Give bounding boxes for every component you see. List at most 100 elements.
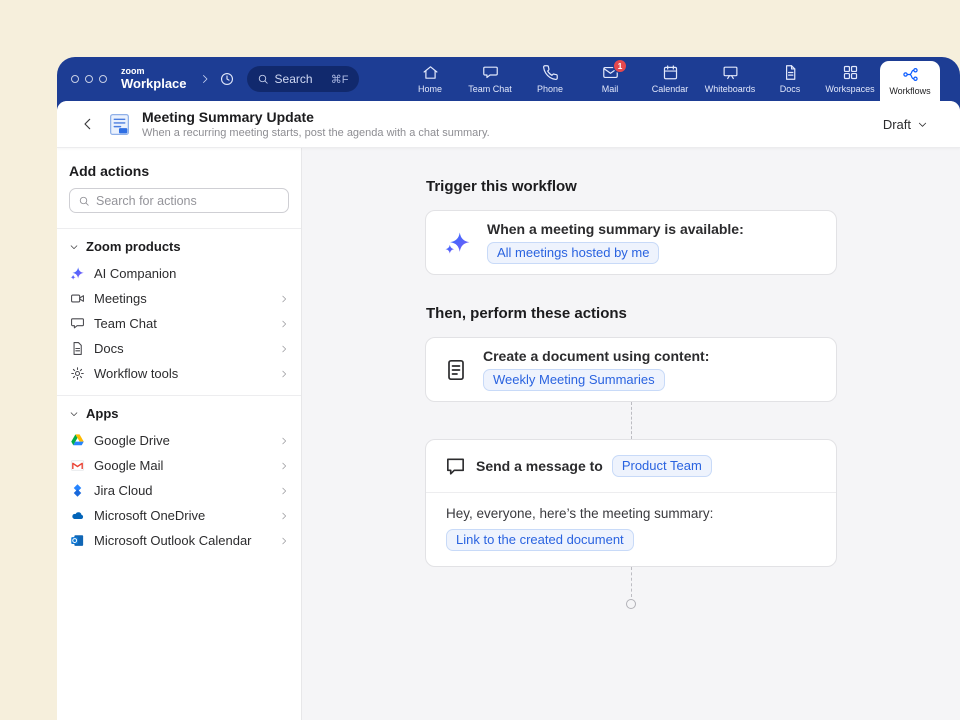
sidebar-item-label: Microsoft OneDrive: [94, 508, 205, 523]
caret-down-icon: [69, 409, 79, 419]
chevron-right-icon: [279, 344, 289, 354]
nav-label: Workflows: [889, 86, 930, 96]
search-icon: [78, 195, 90, 207]
nav-item-team-chat[interactable]: Team Chat: [460, 57, 520, 101]
caret-down-icon: [69, 242, 79, 252]
ai-companion-icon: [69, 266, 85, 281]
create-document-card[interactable]: Create a document using content: Weekly …: [425, 337, 837, 402]
status-dropdown[interactable]: Draft: [877, 113, 934, 136]
section-label: Apps: [86, 406, 119, 421]
chevron-right-icon: [279, 369, 289, 379]
gear-icon: [69, 366, 85, 381]
chevron-right-icon: [279, 486, 289, 496]
app-window: zoom Workplace Search ⌘F Home: [57, 57, 960, 720]
workflow-flow: Trigger this workflow When a meeting sum…: [425, 178, 837, 609]
sidebar-item-label: Docs: [94, 341, 124, 356]
chevron-right-icon[interactable]: [199, 73, 211, 85]
meetings-icon: [69, 291, 85, 306]
home-icon: [422, 64, 439, 81]
sidebar-item-google-mail[interactable]: Google Mail: [57, 453, 301, 478]
nav-item-workspaces[interactable]: Workspaces: [820, 57, 880, 101]
message-link-chip[interactable]: Link to the created document: [446, 529, 634, 551]
team-chat-icon: [69, 316, 85, 331]
sidebar-item-jira-cloud[interactable]: Jira Cloud: [57, 478, 301, 503]
chevron-right-icon: [279, 511, 289, 521]
nav-label: Mail: [602, 84, 619, 94]
sidebar-item-label: Jira Cloud: [94, 483, 153, 498]
mail-unread-badge: 1: [613, 59, 627, 73]
chat-bubble-icon: [444, 455, 467, 478]
sidebar-item-label: Google Drive: [94, 433, 170, 448]
actions-search[interactable]: [69, 188, 289, 213]
nav-label: Docs: [780, 84, 801, 94]
nav-label: Whiteboards: [705, 84, 756, 94]
page-background: zoom Workplace Search ⌘F Home: [0, 0, 960, 720]
send-message-card[interactable]: Send a message to Product Team Hey, ever…: [425, 439, 837, 567]
main-area: Add actions Zoom products: [57, 148, 960, 720]
history-clock-icon[interactable]: [219, 71, 235, 87]
team-chat-icon: [482, 64, 499, 81]
nav-item-whiteboards[interactable]: Whiteboards: [700, 57, 760, 101]
chevron-right-icon: [279, 319, 289, 329]
send-message-target-chip[interactable]: Product Team: [612, 455, 712, 477]
section-zoom-products[interactable]: Zoom products: [57, 229, 301, 261]
status-badge: Draft: [883, 117, 911, 132]
create-doc-content-chip[interactable]: Weekly Meeting Summaries: [483, 369, 665, 391]
spacer: [57, 386, 301, 395]
sidebar-item-google-drive[interactable]: Google Drive: [57, 428, 301, 453]
global-search[interactable]: Search ⌘F: [247, 66, 359, 92]
workflow-end-node[interactable]: [626, 599, 636, 609]
nav-item-home[interactable]: Home: [400, 57, 460, 101]
actions-search-input[interactable]: [96, 194, 280, 208]
window-dot[interactable]: [99, 75, 107, 83]
search-label: Search: [275, 72, 313, 86]
nav-label: Phone: [537, 84, 563, 94]
section-label: Zoom products: [86, 239, 181, 254]
workflow-header: Meeting Summary Update When a recurring …: [57, 101, 960, 148]
trigger-card[interactable]: When a meeting summary is available: All…: [425, 210, 837, 275]
actions-heading: Then, perform these actions: [426, 305, 837, 322]
sidebar-item-label: Workflow tools: [94, 366, 178, 381]
nav-item-docs[interactable]: Docs: [760, 57, 820, 101]
trigger-scope-chip[interactable]: All meetings hosted by me: [487, 242, 659, 264]
section-apps[interactable]: Apps: [57, 396, 301, 428]
content-panel: Meeting Summary Update When a recurring …: [57, 101, 960, 720]
onedrive-icon: [69, 508, 85, 523]
workflow-subtitle: When a recurring meeting starts, post th…: [142, 127, 490, 139]
nav-item-calendar[interactable]: Calendar: [640, 57, 700, 101]
message-body: Hey, everyone, here’s the meeting summar…: [426, 493, 836, 566]
workflows-icon: [902, 66, 919, 83]
back-button[interactable]: [75, 111, 101, 137]
connector-dashed-line: [631, 567, 632, 597]
nav-item-mail[interactable]: Mail 1: [580, 57, 640, 101]
sidebar-item-ai-companion[interactable]: AI Companion: [57, 261, 301, 286]
create-doc-text: Create a document using content:: [483, 348, 709, 364]
gmail-icon: [69, 458, 85, 473]
sidebar-item-label: Team Chat: [94, 316, 157, 331]
message-body-text: Hey, everyone, here’s the meeting summar…: [446, 506, 816, 521]
sidebar-item-meetings[interactable]: Meetings: [57, 286, 301, 311]
nav-item-workflows[interactable]: Workflows: [880, 61, 940, 101]
sidebar-item-microsoft-onedrive[interactable]: Microsoft OneDrive: [57, 503, 301, 528]
outlook-calendar-icon: [69, 533, 85, 548]
nav-item-partial-more[interactable]: M: [940, 57, 960, 101]
sidebar-item-microsoft-outlook-calendar[interactable]: Microsoft Outlook Calendar: [57, 528, 301, 553]
document-icon: [444, 358, 468, 382]
google-drive-icon: [69, 433, 85, 448]
sidebar-item-docs[interactable]: Docs: [57, 336, 301, 361]
jira-icon: [69, 483, 85, 498]
window-controls[interactable]: [71, 75, 107, 83]
search-shortcut: ⌘F: [331, 73, 349, 86]
sidebar-item-workflow-tools[interactable]: Workflow tools: [57, 361, 301, 386]
window-dot[interactable]: [85, 75, 93, 83]
workflow-canvas: Trigger this workflow When a meeting sum…: [302, 148, 960, 720]
nav-item-phone[interactable]: Phone: [520, 57, 580, 101]
sparkle-icon: [444, 229, 472, 257]
navbar-tabs: Home Team Chat Phone Mail 1 Calend: [400, 57, 960, 101]
sidebar-heading: Add actions: [69, 163, 289, 179]
zoom-workplace-logo: zoom Workplace: [121, 67, 187, 90]
sidebar-item-team-chat[interactable]: Team Chat: [57, 311, 301, 336]
phone-icon: [542, 64, 559, 81]
nav-label: Calendar: [652, 84, 689, 94]
window-dot[interactable]: [71, 75, 79, 83]
